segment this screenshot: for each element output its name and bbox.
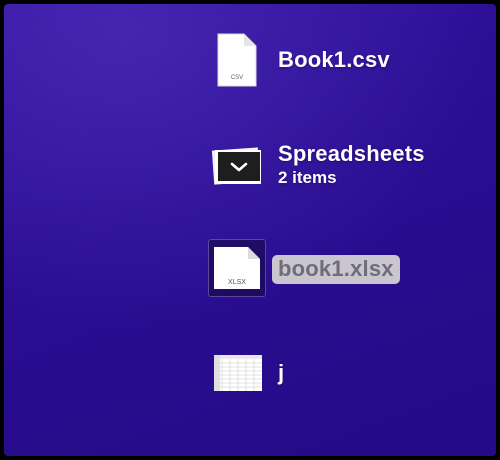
desktop: CSV Book1.csv Spreadsheets 2 items XLSX … [4, 4, 496, 456]
xlsx-file-icon: XLSX [208, 239, 266, 299]
item-label: j [278, 360, 285, 385]
item-label: Spreadsheets [278, 141, 425, 166]
item-count: 2 items [278, 168, 337, 187]
desktop-item-book1-xlsx[interactable]: XLSX book1.xlsx [208, 239, 400, 299]
spreadsheet-thumbnail-icon [208, 343, 266, 403]
desktop-item-book1-csv[interactable]: CSV Book1.csv [208, 30, 390, 90]
item-label: Book1.csv [278, 47, 390, 72]
item-label: book1.xlsx [272, 254, 400, 284]
desktop-item-spreadsheets-stack[interactable]: Spreadsheets 2 items [208, 135, 425, 195]
stack-folder-icon [208, 135, 266, 195]
desktop-item-j[interactable]: j [208, 343, 284, 403]
xlsx-badge: XLSX [228, 279, 246, 286]
csv-file-icon: CSV [208, 30, 266, 90]
csv-badge: CSV [231, 75, 243, 81]
